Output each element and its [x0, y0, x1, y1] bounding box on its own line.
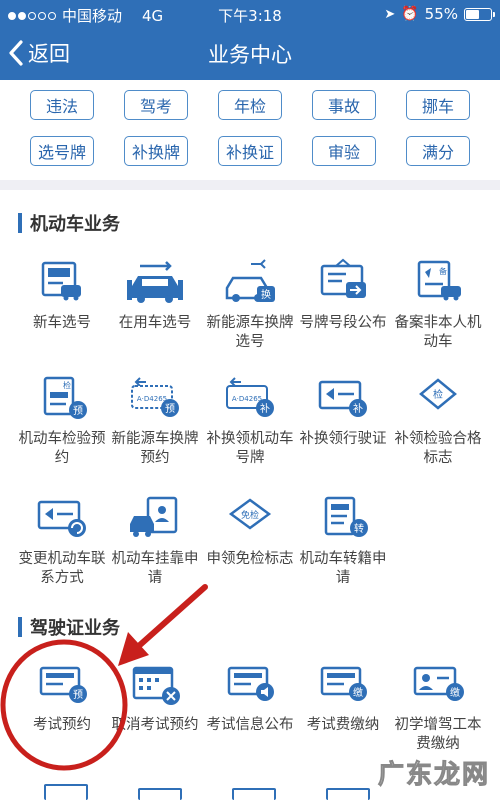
tag-review[interactable]: 审验 — [312, 136, 376, 166]
section-title-license: 驾驶证业务 — [18, 614, 120, 640]
svg-text:转: 转 — [354, 522, 364, 535]
tag-select-plate[interactable]: 选号牌 — [30, 136, 94, 166]
service-replace-plate[interactable]: A·D4265 补 补换领机动车号牌 — [200, 374, 300, 468]
service-replace-vehicle-license[interactable]: 补 补换领行驶证 — [293, 374, 393, 449]
license-card-icon: 补 — [314, 374, 372, 422]
id-card-fee-icon: 缴 — [409, 660, 467, 708]
tag-annual-inspection[interactable]: 年检 — [218, 90, 282, 120]
exempt-badge-icon: 免检 — [221, 494, 279, 542]
record-card-icon: 备 — [409, 258, 467, 306]
tag-move-car[interactable]: 挪车 — [406, 90, 470, 120]
location-icon: ➤ — [384, 6, 396, 22]
svg-text:A·D4265: A·D4265 — [232, 395, 262, 403]
arrow-shaft — [129, 584, 208, 655]
svg-text:免检: 免检 — [241, 509, 259, 521]
replace-plate-icon: A·D4265 补 — [221, 374, 279, 422]
partial-icon-1 — [44, 784, 88, 800]
inspection-form-icon: 检预 — [33, 374, 91, 422]
status-bar: 中国移动 4G 下午3:18 ➤ ⏰ 55% — [0, 0, 500, 28]
service-used-car-plate[interactable]: 在用车选号 — [105, 258, 205, 333]
tag-replace-license[interactable]: 补换证 — [218, 136, 282, 166]
ev-car-icon: 换 — [221, 258, 279, 306]
service-exam-fee[interactable]: 缴 考试费缴纳 — [293, 660, 393, 735]
service-ev-plate-booking[interactable]: A·D4265 预 新能源车换牌预约 — [105, 374, 205, 468]
battery-percent: 55% — [424, 5, 458, 23]
notice-board-icon — [314, 258, 372, 306]
transfer-form-icon: 转 — [314, 494, 372, 542]
battery-icon — [464, 7, 495, 21]
service-replace-inspection-mark[interactable]: 检 补领检验合格标志 — [388, 374, 488, 468]
affiliation-icon — [126, 494, 184, 542]
contact-card-icon — [33, 494, 91, 542]
service-exempt-mark[interactable]: 免检 申领免检标志 — [200, 494, 300, 569]
svg-text:检: 检 — [63, 380, 71, 390]
service-cancel-exam[interactable]: 取消考试预约 — [105, 660, 205, 735]
tag-violation[interactable]: 违法 — [30, 90, 94, 120]
service-new-car-plate[interactable]: 新车选号 — [12, 258, 112, 333]
svg-text:检: 检 — [433, 388, 443, 401]
service-exam-booking[interactable]: 预 考试预约 — [12, 660, 112, 735]
shortcut-tags: 违法 驾考 年检 事故 挪车 选号牌 补换牌 补换证 审验 满分 — [0, 80, 500, 180]
exam-notice-icon — [221, 660, 279, 708]
service-change-contact[interactable]: 变更机动车联系方式 — [12, 494, 112, 588]
section-title-vehicle: 机动车业务 — [18, 210, 120, 236]
car-exchange-icon — [126, 258, 184, 306]
svg-text:预: 预 — [73, 689, 83, 701]
divider — [0, 180, 500, 190]
nav-bar: 返回 业务中心 — [0, 28, 500, 80]
exam-card-icon: 预 — [33, 660, 91, 708]
service-ev-plate-select[interactable]: 换 新能源车换牌选号 — [200, 258, 300, 352]
watermark: 广东龙网 — [377, 760, 490, 791]
calendar-cancel-icon — [126, 660, 184, 708]
tag-driving-test[interactable]: 驾考 — [124, 90, 188, 120]
tag-accident[interactable]: 事故 — [312, 90, 376, 120]
tag-replace-plate[interactable]: 补换牌 — [124, 136, 188, 166]
service-plate-range[interactable]: 号牌号段公布 — [293, 258, 393, 333]
service-record-other-vehicle[interactable]: 备 备案非本人机动车 — [388, 258, 488, 352]
svg-text:预: 预 — [73, 405, 83, 417]
alarm-icon: ⏰ — [401, 6, 419, 22]
ev-plate-icon: A·D4265 预 — [126, 374, 184, 422]
svg-text:预: 预 — [165, 403, 175, 415]
tag-full-points[interactable]: 满分 — [406, 136, 470, 166]
svg-text:补: 补 — [260, 402, 270, 415]
svg-text:换: 换 — [261, 288, 271, 301]
svg-text:缴: 缴 — [353, 686, 363, 699]
plate-card-icon — [33, 258, 91, 306]
fee-card-icon: 缴 — [314, 660, 372, 708]
svg-text:缴: 缴 — [450, 686, 460, 699]
service-vehicle-affiliation[interactable]: 机动车挂靠申请 — [105, 494, 205, 588]
partial-icon-4 — [326, 788, 370, 800]
svg-text:备: 备 — [439, 266, 447, 276]
service-exam-info[interactable]: 考试信息公布 — [200, 660, 300, 735]
inspection-badge-icon: 检 — [409, 374, 467, 422]
svg-text:A·D4265: A·D4265 — [137, 395, 167, 403]
svg-text:补: 补 — [353, 402, 363, 415]
service-vehicle-transfer[interactable]: 转 机动车转籍申请 — [293, 494, 393, 588]
partial-icon-2 — [138, 788, 182, 800]
service-learner-fee[interactable]: 缴 初学增驾工本费缴纳 — [388, 660, 488, 754]
service-inspection-booking[interactable]: 检预 机动车检验预约 — [12, 374, 112, 468]
partial-icon-3 — [232, 788, 276, 800]
page-title: 业务中心 — [208, 43, 292, 67]
